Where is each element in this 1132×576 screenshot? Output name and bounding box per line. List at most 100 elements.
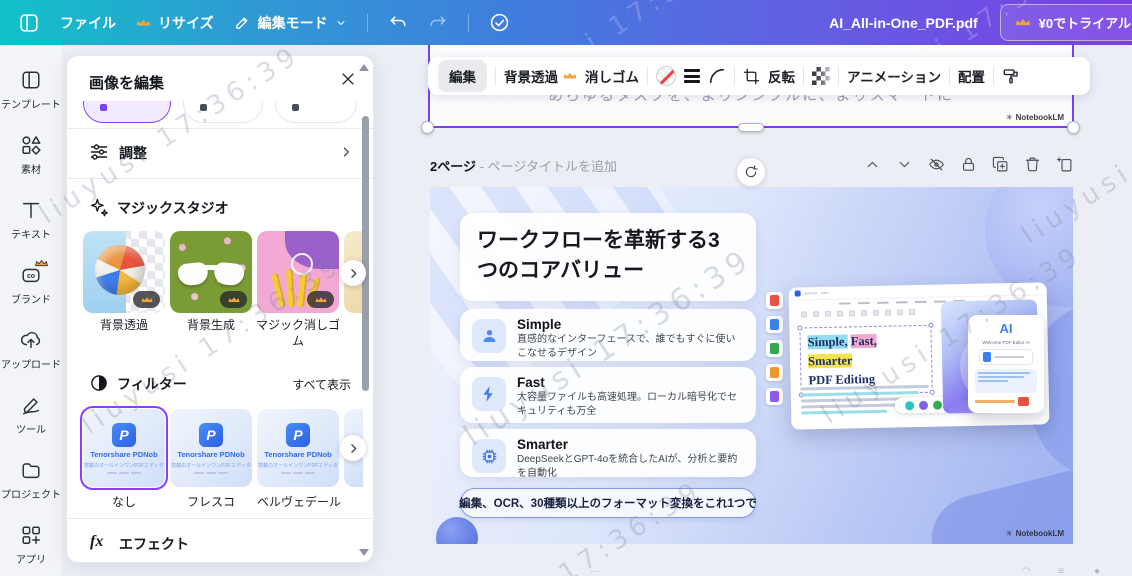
panel-tab-pill[interactable]	[275, 101, 357, 123]
page2-canvas[interactable]: ワークフローを革新する3つのコアバリュー Simple 直感的なインターフェース…	[430, 187, 1073, 544]
edit-mode-menu[interactable]: 編集モード	[234, 13, 347, 33]
move-page-up-icon[interactable]	[864, 156, 881, 173]
mockup-ai-panel: AI Welcome PDF Editor AI	[968, 315, 1044, 413]
lines-partial-icon: ≡	[1058, 566, 1064, 576]
panel-scroll-up-arrow[interactable]	[359, 64, 369, 71]
flip-button[interactable]: 反転	[768, 66, 795, 86]
eraser-button[interactable]: 消しゴム	[585, 66, 639, 86]
selection-handle-bottom-left[interactable]	[421, 121, 434, 134]
copy-style-button[interactable]	[1002, 67, 1020, 85]
sidebar-item-text[interactable]: テキスト	[0, 199, 62, 241]
duplicate-page-icon[interactable]	[992, 156, 1009, 173]
filter-thumb-title: Tenorshare PDNob	[90, 450, 157, 459]
contrast-icon	[89, 373, 109, 398]
panel-scrollbar[interactable]	[362, 116, 369, 391]
filter-none-thumb[interactable]: P Tenorshare PDNob 搭載のオールインワンPDFエディタ	[83, 409, 165, 487]
magic-scroll-right-button[interactable]	[340, 260, 366, 286]
magic-eraser-thumb[interactable]	[257, 231, 339, 313]
mockup-heading-word: Simple,	[808, 334, 848, 349]
stroke-weight-button[interactable]	[684, 69, 700, 83]
ai-panel-subtitle: Welcome PDF Editor AI	[982, 340, 1029, 345]
sidebar-item-uploads[interactable]: アップロード	[0, 329, 62, 371]
trial-button-label: ¥0でトライアル	[1039, 13, 1131, 32]
upload-icon	[20, 329, 42, 351]
panel-title: 画像を編集	[89, 72, 164, 93]
resize-menu[interactable]: リサイズ	[136, 13, 214, 33]
selection-handle-bottom-center[interactable]	[738, 123, 764, 132]
ai-panel-document-row	[979, 349, 1033, 365]
magic-bg-generate-thumb[interactable]	[170, 231, 252, 313]
adjust-label: 調整	[119, 143, 147, 163]
notebooklm-logo-icon: ✳	[1006, 113, 1013, 122]
filter-thumb-sub: 搭載のオールインワンPDFエディタ	[258, 462, 338, 469]
lock-page-icon[interactable]	[960, 156, 977, 173]
edit-tool-button[interactable]: 編集	[438, 60, 487, 92]
sidebar-item-tools[interactable]: ツール	[0, 394, 62, 436]
panel-scroll-down-arrow[interactable]	[359, 549, 369, 556]
file-menu[interactable]: ファイル	[60, 13, 116, 33]
pdnob-logo-icon: P	[286, 423, 310, 447]
panel-tab-pill[interactable]	[183, 101, 263, 123]
move-page-down-icon[interactable]	[896, 156, 913, 173]
pdf-editor-app: ファイル リサイズ 編集モード AI_All-in-One_	[0, 0, 1132, 576]
sidebar-item-brand[interactable]: co ブランド	[0, 264, 62, 306]
value-card-simple[interactable]: Simple 直感的なインターフェースで、誰でもすぐに使いこなせるデザイン	[460, 309, 756, 361]
magic-studio-title: マジックスタジオ	[117, 198, 229, 218]
no-color-swatch-button[interactable]	[656, 66, 676, 86]
sidebar-item-apps[interactable]: アプリ	[0, 524, 62, 566]
rotate-partial-icon: ◠	[1022, 566, 1031, 576]
animation-button[interactable]: アニメーション	[847, 66, 941, 86]
notebooklm-badge-label: NotebookLM	[1016, 113, 1064, 122]
paint-roller-icon	[1002, 67, 1020, 85]
page2-number: 2ページ	[430, 159, 476, 174]
magic-item-label: 背景透過	[81, 317, 167, 333]
sidebar-toggle-button[interactable]	[18, 12, 40, 34]
delete-page-icon[interactable]	[1024, 156, 1041, 173]
value-card-smarter[interactable]: Smarter DeepSeekとGPT-4oを統合したAIが、分析と要約を自動…	[460, 429, 756, 477]
filters-scroll-right-button[interactable]	[340, 435, 366, 461]
position-button[interactable]: 配置	[958, 66, 985, 86]
undo-icon	[388, 13, 408, 33]
magic-studio-header: マジックスタジオ	[67, 197, 373, 221]
filter-fresco-thumb[interactable]: P Tenorshare PDNob 搭載のオールインワンPDFエディタ	[170, 409, 252, 487]
add-page-icon[interactable]	[1056, 156, 1073, 173]
sidebar-item-label: プロジェクト	[1, 486, 61, 501]
value-name: Smarter	[517, 437, 744, 452]
panel-tab-pill-selected[interactable]	[83, 101, 171, 123]
document-filename[interactable]: AI_All-in-One_PDF.pdf	[829, 15, 978, 31]
value-card-fast[interactable]: Fast 大容量ファイルも高速処理。ローカル暗号化でセキュリティも万全	[460, 367, 756, 423]
person-icon	[472, 319, 506, 353]
trial-button[interactable]: ¥0でトライアル	[1000, 4, 1132, 41]
adjust-row[interactable]: 調整	[67, 129, 373, 178]
slide-footer-pill[interactable]: 編集、OCR、30種類以上のフォーマット変換をこれ1つで	[460, 488, 756, 518]
curve-style-button[interactable]	[708, 67, 726, 85]
hide-page-icon[interactable]	[928, 156, 945, 173]
filter-thumb-title: Tenorshare PDNob	[177, 450, 244, 459]
sidebar-item-projects[interactable]: プロジェクト	[0, 459, 62, 501]
value-name: Simple	[517, 317, 744, 332]
slide-title[interactable]: ワークフローを革新する3つのコアバリュー	[460, 213, 756, 301]
filter-thumb-sub: 搭載のオールインワンPDFエディタ	[84, 462, 164, 469]
crop-button[interactable]	[743, 68, 760, 85]
sidebar-item-templates[interactable]: テンプレート	[0, 69, 62, 111]
ai-panel-title: AI	[1000, 321, 1013, 336]
rotate-page-button[interactable]	[736, 157, 766, 187]
undo-button[interactable]	[388, 13, 408, 33]
background-remove-button[interactable]: 背景透過	[504, 66, 577, 86]
divider	[468, 14, 469, 32]
page2-title-placeholder[interactable]: ページタイトルを追加	[488, 159, 617, 174]
divider	[647, 66, 648, 86]
transparency-button[interactable]	[812, 67, 830, 85]
filters-see-all-link[interactable]: すべて表示	[292, 376, 351, 393]
svg-text:co: co	[27, 273, 35, 280]
redo-button[interactable]	[428, 13, 448, 33]
filter-belvedere-thumb[interactable]: P Tenorshare PDNob 搭載のオールインワンPDFエディタ	[257, 409, 339, 487]
magic-bg-remove-thumb[interactable]	[83, 231, 165, 313]
effects-row[interactable]: fx エフェクト	[67, 524, 373, 563]
sidebar-item-elements[interactable]: 素材	[0, 134, 62, 176]
selection-handle-bottom-right[interactable]	[1067, 121, 1080, 134]
decor-sphere	[436, 517, 478, 544]
close-panel-button[interactable]	[339, 70, 357, 88]
cloud-save-status-button[interactable]	[489, 12, 510, 33]
pencil-icon	[234, 14, 251, 31]
